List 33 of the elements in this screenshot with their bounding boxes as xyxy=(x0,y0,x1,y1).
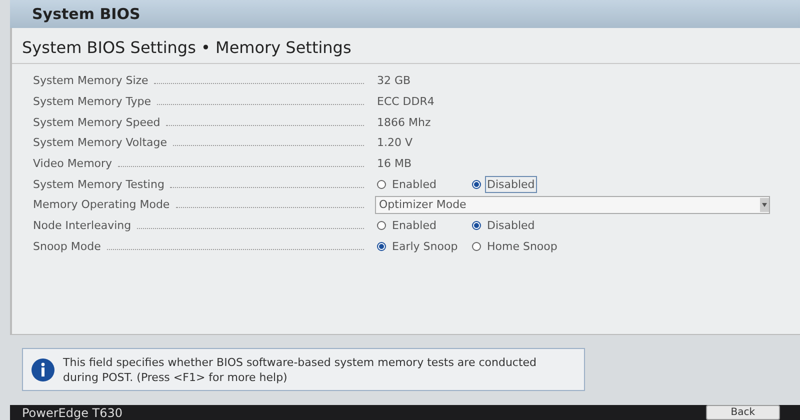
setting-value: 1.20 V xyxy=(377,136,413,150)
setting-label: Node Interleaving xyxy=(33,219,132,232)
radio-label[interactable]: Enabled xyxy=(390,176,438,193)
setting-label: Memory Operating Mode xyxy=(33,198,170,212)
setting-label: Snoop Mode xyxy=(33,240,101,253)
radio-label[interactable]: Disabled xyxy=(485,217,537,234)
setting-value: 1866 Mhz xyxy=(377,116,431,129)
setting-value: 16 MB xyxy=(377,157,412,170)
setting-label: System Memory Speed xyxy=(33,116,160,129)
setting-label: System Memory Voltage xyxy=(33,136,168,150)
setting-label: System Memory Testing xyxy=(33,178,164,191)
radio-label[interactable]: Early Snoop xyxy=(390,238,460,255)
page-title: System BIOS Settings • Memory Settings xyxy=(12,36,800,64)
setting-label: Video Memory xyxy=(33,157,112,170)
back-button[interactable]: Back xyxy=(706,405,780,420)
radio-button[interactable] xyxy=(377,221,386,230)
radio-label[interactable]: Enabled xyxy=(390,217,438,234)
radio-button[interactable] xyxy=(472,242,481,251)
radio-button[interactable] xyxy=(377,180,386,189)
model-name: PowerEdge T630 xyxy=(22,406,123,420)
radio-label[interactable]: Home Snoop xyxy=(485,238,560,255)
setting-label: System Memory Size xyxy=(33,74,148,88)
radio-label[interactable]: Disabled xyxy=(485,176,537,193)
setting-value: ECC DDR4 xyxy=(377,95,434,108)
help-text: This field specifies whether BIOS software-based system memory tests are conducted during POST. (Press <F1> for more help) xyxy=(63,354,538,385)
radio-button[interactable] xyxy=(377,242,386,251)
radio-button[interactable] xyxy=(472,221,481,230)
info-icon xyxy=(31,358,55,382)
header-title: System BIOS xyxy=(32,4,140,23)
radio-button[interactable] xyxy=(472,180,481,189)
setting-label: System Memory Type xyxy=(33,95,152,108)
dropdown[interactable]: Optimizer Mode xyxy=(375,196,770,214)
setting-value: 32 GB xyxy=(377,74,411,88)
